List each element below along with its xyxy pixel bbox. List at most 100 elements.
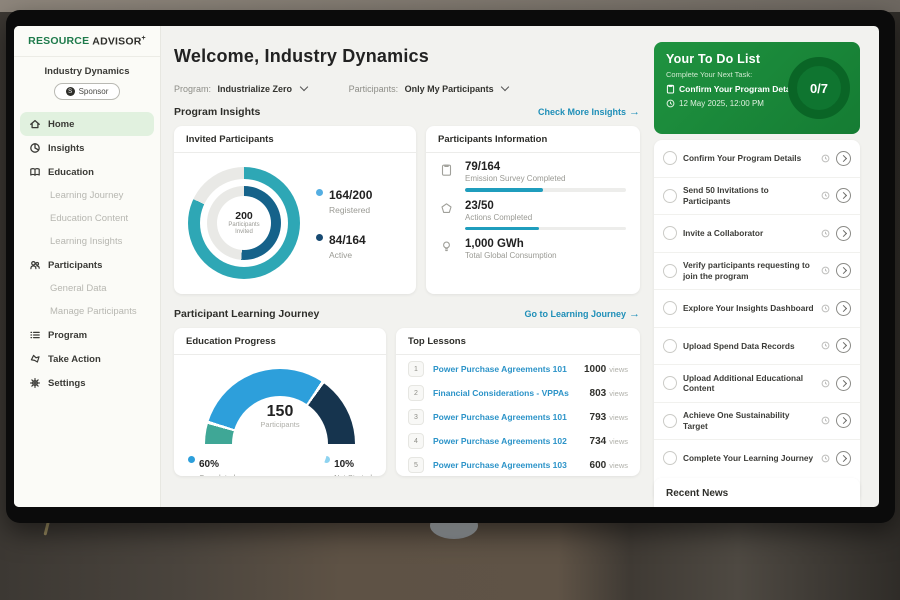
task-row-upload-educational-content[interactable]: Upload Additional Educational Content bbox=[654, 365, 860, 403]
lesson-link[interactable]: Financial Considerations - VPPAs bbox=[433, 388, 590, 398]
task-open-button[interactable] bbox=[836, 338, 851, 353]
sponsor-badge-label: Sponsor bbox=[79, 87, 109, 96]
chevron-right-icon bbox=[839, 305, 846, 312]
task-open-button[interactable] bbox=[836, 263, 851, 278]
sidebar: RESOURCE ADVISOR+ Industry Dynamics S Sp… bbox=[14, 26, 161, 507]
sidebar-item-program[interactable]: Program bbox=[20, 323, 154, 347]
task-row-upload-spend-data[interactable]: Upload Spend Data Records bbox=[654, 328, 860, 366]
bulb-icon bbox=[440, 240, 453, 254]
sidebar-item-participants[interactable]: Participants bbox=[20, 253, 154, 277]
task-open-button[interactable] bbox=[836, 151, 851, 166]
program-select-label: Program: bbox=[174, 84, 211, 94]
sidebar-item-settings[interactable]: Settings bbox=[20, 371, 154, 395]
task-clock-icon bbox=[821, 154, 830, 163]
invited-participants-donut-chart: 200 Participants Invited bbox=[188, 167, 300, 279]
task-checkbox[interactable] bbox=[663, 414, 677, 428]
task-checkbox[interactable] bbox=[663, 301, 677, 315]
sponsor-badge: S Sponsor bbox=[54, 83, 120, 100]
lesson-link[interactable]: Power Purchase Agreements 103 bbox=[433, 460, 590, 470]
actions-progress-bar bbox=[465, 227, 626, 231]
lesson-row: 2 Financial Considerations - VPPAs 803 v… bbox=[396, 381, 640, 405]
task-clock-icon bbox=[821, 191, 830, 200]
chevron-down-icon bbox=[501, 83, 509, 91]
participants-select[interactable]: Participants: Only My Participants bbox=[349, 84, 509, 94]
task-row-invite-collaborator[interactable]: Invite a Collaborator bbox=[654, 215, 860, 253]
todo-task-list: Confirm Your Program Details Send 50 Inv… bbox=[654, 140, 860, 502]
todo-progress-ring: 0/7 bbox=[788, 57, 850, 119]
lesson-row: 1 Power Purchase Agreements 101 1000 vie… bbox=[396, 357, 640, 381]
insights-icon bbox=[29, 142, 41, 154]
task-row-achieve-sustainability-target[interactable]: Achieve One Sustainability Target bbox=[654, 403, 860, 441]
gauge-center-label: 150 Participants bbox=[205, 403, 355, 429]
chevron-right-icon bbox=[839, 380, 846, 387]
task-checkbox[interactable] bbox=[663, 376, 677, 390]
sidebar-item-learning-journey[interactable]: Learning Journey bbox=[20, 184, 154, 207]
todo-panel: Your To Do List Complete Your Next Task:… bbox=[654, 26, 860, 507]
book-icon bbox=[29, 166, 41, 178]
completed-dot-icon bbox=[188, 456, 195, 463]
task-checkbox[interactable] bbox=[663, 264, 677, 278]
donut-center-label: 200 Participants Invited bbox=[217, 196, 271, 250]
logo-text-secondary: ADVISOR+ bbox=[92, 35, 146, 48]
task-open-button[interactable] bbox=[836, 188, 851, 203]
task-row-verify-participants[interactable]: Verify participants requesting to join t… bbox=[654, 253, 860, 291]
task-open-button[interactable] bbox=[836, 413, 851, 428]
home-icon bbox=[29, 118, 41, 130]
actions-icon bbox=[440, 202, 453, 215]
actions-completed-row: 23/50 Actions Completed bbox=[426, 192, 640, 231]
sidebar-item-insights[interactable]: Insights bbox=[20, 136, 154, 160]
dashboard-screen: RESOURCE ADVISOR+ Industry Dynamics S Sp… bbox=[14, 26, 879, 507]
sidebar-item-education-content[interactable]: Education Content bbox=[20, 207, 154, 230]
gear-icon bbox=[29, 377, 41, 389]
education-progress-card: Education Progress 150 Participants 60% … bbox=[174, 328, 386, 476]
lesson-rank: 3 bbox=[408, 409, 424, 425]
task-row-complete-learning-journey[interactable]: Complete Your Learning Journey bbox=[654, 440, 860, 477]
task-checkbox[interactable] bbox=[663, 226, 677, 240]
sidebar-item-learning-insights[interactable]: Learning Insights bbox=[20, 230, 154, 253]
actions-progress-fill bbox=[465, 227, 539, 231]
recent-news-card: Recent News bbox=[654, 478, 860, 507]
sidebar-item-general-data[interactable]: General Data bbox=[20, 277, 154, 300]
logo-text-primary: RESOURCE bbox=[28, 35, 89, 47]
lesson-link[interactable]: Power Purchase Agreements 101 bbox=[433, 364, 584, 374]
donut-legend: 164/200 Registered 84/164 Active bbox=[316, 186, 372, 260]
education-progress-gauge-chart: 150 Participants bbox=[205, 369, 355, 444]
task-checkbox[interactable] bbox=[663, 451, 677, 465]
task-open-button[interactable] bbox=[836, 376, 851, 391]
task-clock-icon bbox=[821, 341, 830, 350]
app-logo: RESOURCE ADVISOR+ bbox=[14, 26, 160, 57]
sidebar-item-education[interactable]: Education bbox=[20, 160, 154, 184]
invited-participants-card: Invited Participants 200 Participants In… bbox=[174, 126, 416, 294]
task-checkbox[interactable] bbox=[663, 151, 677, 165]
task-row-confirm-program[interactable]: Confirm Your Program Details bbox=[654, 140, 860, 178]
survey-progress-fill bbox=[465, 188, 543, 192]
emission-survey-row: 79/164 Emission Survey Completed bbox=[426, 153, 640, 192]
page-title: Welcome, Industry Dynamics bbox=[174, 46, 429, 67]
learning-journey-header: Participant Learning Journey Go to Learn… bbox=[174, 308, 640, 320]
top-lessons-card: Top Lessons 1 Power Purchase Agreements … bbox=[396, 328, 640, 476]
list-icon bbox=[29, 329, 41, 341]
sidebar-item-home[interactable]: Home bbox=[20, 112, 154, 136]
task-row-send-invitations[interactable]: Send 50 Invitations to Participants bbox=[654, 178, 860, 216]
task-open-button[interactable] bbox=[836, 451, 851, 466]
lesson-link[interactable]: Power Purchase Agreements 101 bbox=[433, 412, 590, 422]
program-insights-header: Program Insights Check More Insights→ bbox=[174, 106, 640, 118]
sidebar-item-take-action[interactable]: Take Action bbox=[20, 347, 154, 371]
task-open-button[interactable] bbox=[836, 226, 851, 241]
task-open-button[interactable] bbox=[836, 301, 851, 316]
sidebar-item-manage-participants[interactable]: Manage Participants bbox=[20, 300, 154, 323]
clipboard-icon bbox=[666, 84, 675, 94]
registered-dot-icon bbox=[316, 189, 323, 196]
lesson-link[interactable]: Power Purchase Agreements 102 bbox=[433, 436, 590, 446]
go-to-learning-journey-link[interactable]: Go to Learning Journey→ bbox=[524, 308, 640, 320]
task-checkbox[interactable] bbox=[663, 189, 677, 203]
check-more-insights-link[interactable]: Check More Insights→ bbox=[538, 106, 640, 118]
task-row-explore-insights[interactable]: Explore Your Insights Dashboard bbox=[654, 290, 860, 328]
program-select[interactable]: Program: Industrialize Zero bbox=[174, 84, 307, 94]
task-checkbox[interactable] bbox=[663, 339, 677, 353]
chevron-right-icon bbox=[839, 192, 846, 199]
sidebar-nav: Home Insights Education Learning Journey… bbox=[14, 112, 160, 395]
consumption-row: 1,000 GWh Total Global Consumption bbox=[426, 230, 640, 260]
lesson-rank: 2 bbox=[408, 385, 424, 401]
participants-icon bbox=[29, 259, 41, 271]
